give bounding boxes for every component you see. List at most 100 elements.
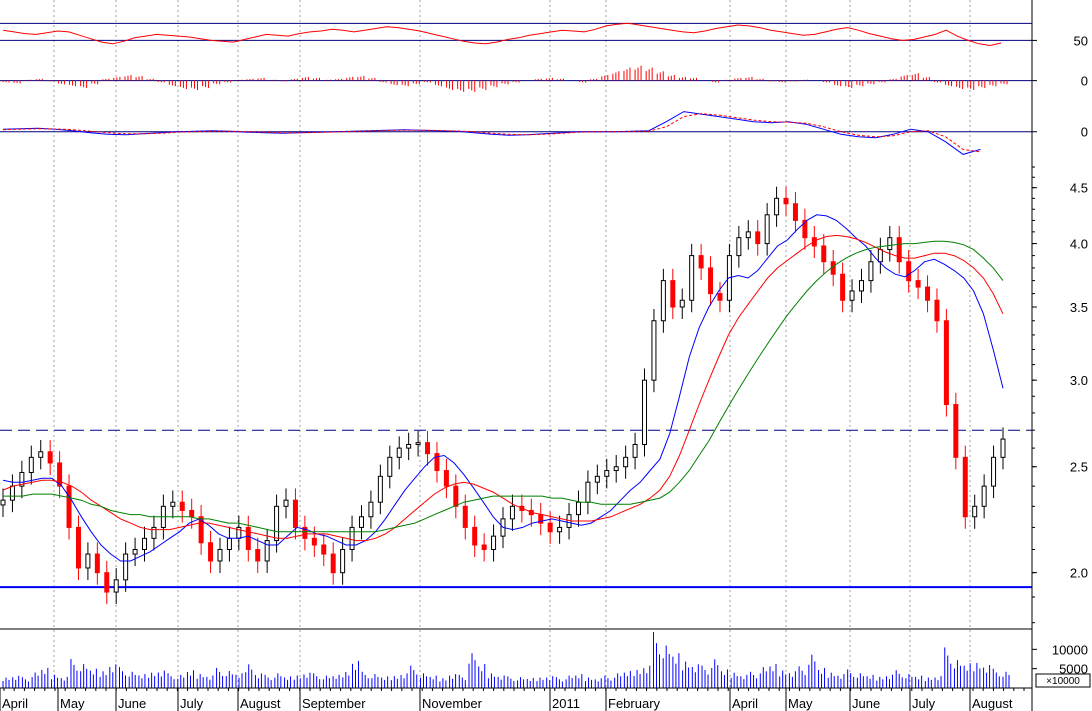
histogram-tick-label: 0: [1081, 74, 1088, 89]
candle-body: [632, 443, 638, 458]
price-panel: [0, 186, 1032, 605]
candle-body: [660, 280, 666, 322]
date-label: August: [240, 696, 281, 711]
candle-body: [104, 572, 110, 593]
candle-body: [189, 509, 195, 518]
candle-body: [623, 456, 629, 468]
candle-body: [821, 245, 827, 263]
date-label: February: [608, 696, 661, 711]
candle-body: [217, 549, 223, 562]
candle-body: [387, 456, 393, 477]
candle-body: [330, 553, 336, 574]
candle-body: [868, 261, 874, 282]
candle-body: [85, 553, 91, 569]
candle-body: [491, 535, 497, 551]
macd-panel: [0, 111, 1032, 155]
price-tick-label: 4.0: [1070, 237, 1088, 252]
candle-body: [972, 505, 978, 518]
candle-body: [0, 499, 6, 506]
candle-body: [755, 231, 761, 245]
candle-body: [47, 451, 53, 464]
candle-body: [698, 255, 704, 269]
candle-body: [1000, 438, 1006, 458]
candle-body: [877, 249, 883, 263]
candle-body: [94, 553, 100, 574]
date-label: November: [422, 696, 483, 711]
price-tick-label: 3.5: [1070, 300, 1088, 315]
candle-body: [415, 442, 421, 445]
candle-body: [9, 485, 15, 501]
candle-body: [396, 447, 402, 458]
rsi-tick-label: 50: [1074, 33, 1088, 48]
candle-body: [255, 549, 261, 562]
candle-body: [75, 526, 81, 569]
macd-line: [2, 111, 981, 155]
price-tick-label: 4.5: [1070, 181, 1088, 196]
candle-body: [292, 499, 298, 528]
candle-body: [151, 526, 157, 539]
candle-body: [28, 456, 34, 473]
candle-body: [991, 456, 997, 487]
date-label: July: [180, 696, 204, 711]
candle-body: [915, 280, 921, 288]
candle-body: [613, 466, 619, 472]
date-label: June: [118, 696, 146, 711]
candle-body: [311, 537, 317, 546]
candle-body: [142, 537, 148, 551]
candle-body: [472, 526, 478, 546]
price-tick-label: 2.5: [1070, 460, 1088, 475]
price-tick-label: 3.0: [1070, 373, 1088, 388]
date-axis: April May June July August September November 2…: [0, 688, 1025, 711]
candle-body: [642, 379, 648, 445]
candle-body: [925, 286, 931, 301]
date-label: September: [302, 696, 366, 711]
candle-body: [274, 505, 280, 542]
candle-body: [462, 505, 468, 528]
candle-body: [481, 544, 487, 551]
candle-body: [132, 549, 138, 555]
candle-body: [679, 299, 685, 308]
candle-body: [38, 451, 44, 458]
candle-body: [849, 290, 855, 301]
candle-body: [981, 485, 987, 507]
date-label: 2011: [552, 696, 580, 711]
candle-body: [547, 522, 553, 533]
candle-body: [764, 214, 770, 245]
candle-body: [670, 280, 676, 308]
date-label: July: [912, 696, 936, 711]
candle-body: [179, 501, 185, 511]
candle-body: [943, 320, 949, 406]
vertical-gridlines: [53, 0, 971, 688]
date-label: April: [732, 696, 758, 711]
candle-body: [453, 485, 459, 507]
volume-panel: [2, 631, 1010, 688]
volume-units-label: ×10000: [1046, 676, 1080, 687]
volume-tick-label: 10000: [1052, 642, 1088, 657]
date-label: May: [60, 696, 85, 711]
candle-body: [774, 197, 780, 216]
candle-body: [953, 404, 959, 458]
date-label: June: [852, 696, 880, 711]
candle-body: [736, 237, 742, 257]
rsi-line: [2, 22, 1002, 47]
candle-body: [358, 516, 364, 528]
macd-histogram-panel: [0, 65, 1032, 92]
price-tick-label: 2.0: [1070, 566, 1088, 581]
candle-body: [349, 526, 355, 551]
candle-body: [745, 231, 751, 239]
candle-body: [245, 526, 251, 551]
candle-body: [783, 197, 789, 205]
candle-body: [321, 544, 327, 555]
candle-body: [557, 526, 563, 533]
candle-body: [934, 299, 940, 322]
candle-body: [113, 579, 119, 593]
candle-body: [962, 456, 968, 518]
candle-body: [604, 470, 610, 477]
candle-body: [651, 320, 657, 381]
candle-body: [792, 203, 798, 221]
candle-body: [66, 485, 72, 528]
candle-body: [443, 470, 449, 487]
candle-body: [368, 501, 374, 518]
candle-body: [283, 499, 289, 507]
candle-body: [717, 293, 723, 301]
